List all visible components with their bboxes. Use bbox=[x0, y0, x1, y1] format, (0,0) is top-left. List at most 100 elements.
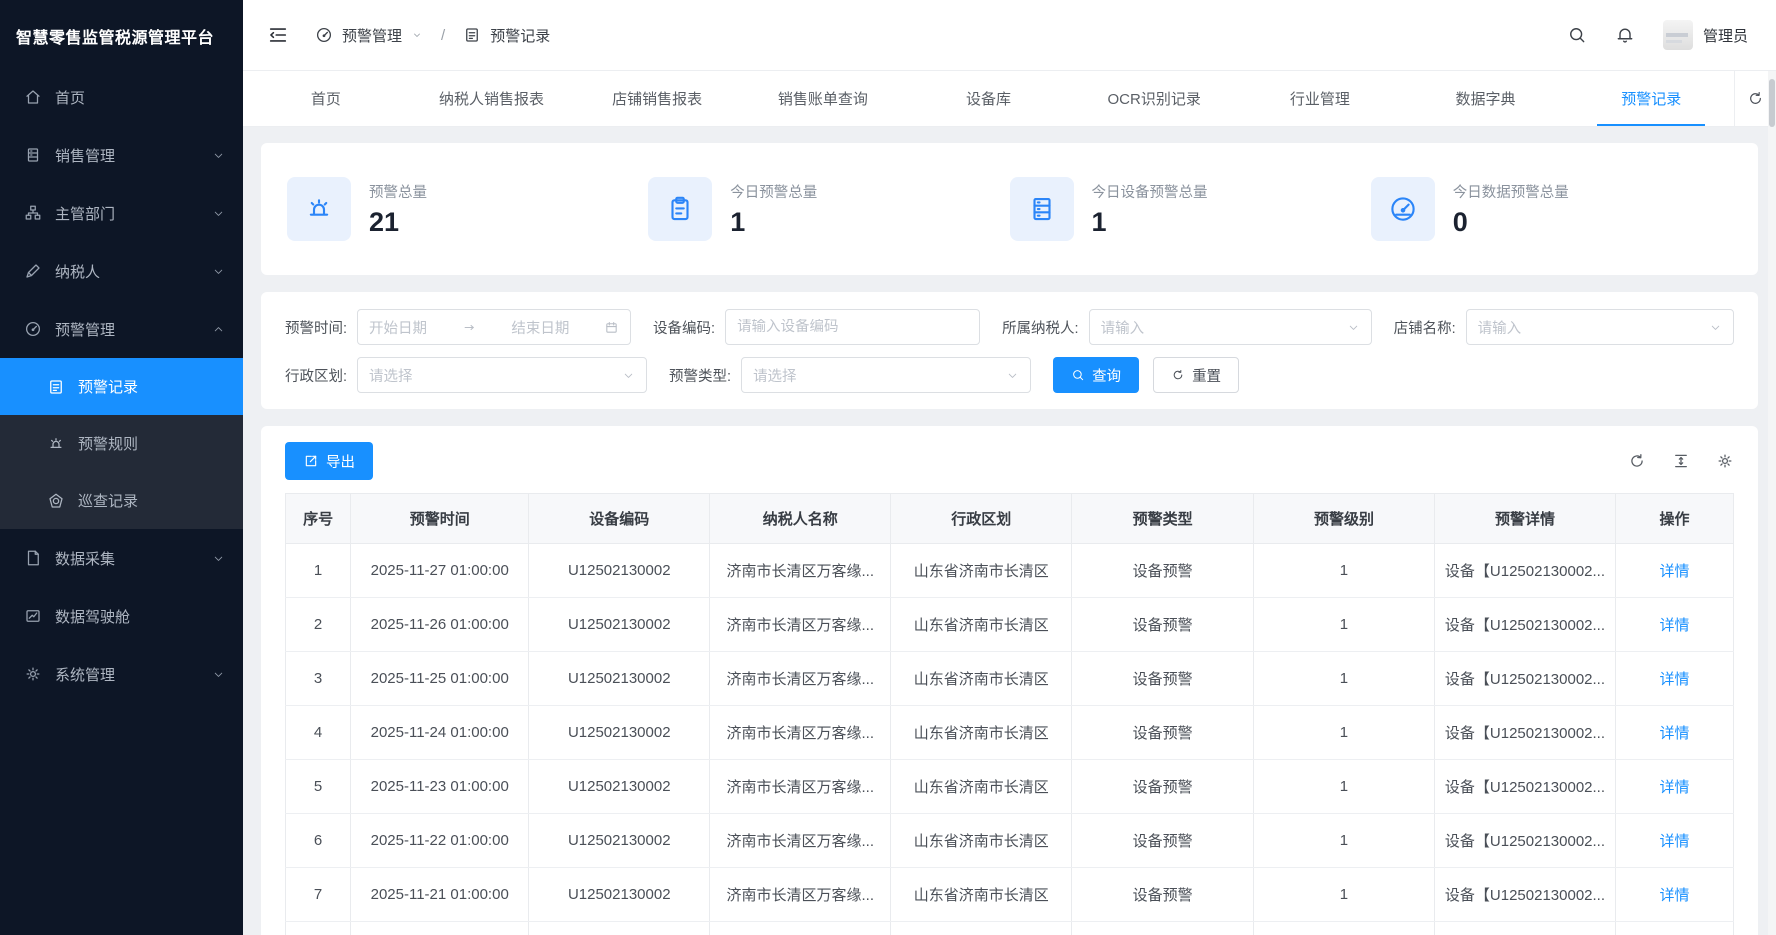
tab-label: 预警记录 bbox=[1615, 71, 1687, 126]
sidebar-item-cockpit[interactable]: 数据驾驶舱 bbox=[0, 587, 243, 645]
filter-alert-type: 预警类型: 请选择 bbox=[669, 357, 1031, 393]
table-cell: 2 bbox=[286, 598, 351, 652]
user-menu[interactable]: 管理员 bbox=[1663, 20, 1748, 50]
table-cell: 设备【U12502130002... bbox=[1434, 922, 1615, 935]
stat-cards: 预警总量21今日预警总量1今日设备预警总量1今日数据预警总量0 bbox=[261, 143, 1758, 275]
sidebar-item-sales[interactable]: 销售管理 bbox=[0, 126, 243, 184]
page-scrollbar-track bbox=[1768, 71, 1776, 935]
table-cell: 设备预警 bbox=[1072, 760, 1254, 814]
alert-type-placeholder: 请选择 bbox=[753, 365, 797, 386]
table-cell: 设备【U12502130002... bbox=[1434, 706, 1615, 760]
tab-1[interactable]: 首页 bbox=[243, 71, 409, 126]
detail-link[interactable]: 详情 bbox=[1659, 617, 1689, 634]
tab-2[interactable]: 纳税人销售报表 bbox=[409, 71, 575, 126]
reset-button[interactable]: 重置 bbox=[1153, 357, 1239, 393]
tab-3[interactable]: 店铺销售报表 bbox=[574, 71, 740, 126]
detail-link[interactable]: 详情 bbox=[1659, 779, 1689, 796]
detail-link[interactable]: 详情 bbox=[1659, 671, 1689, 688]
breadcrumb-parent[interactable]: 预警管理 bbox=[315, 25, 423, 46]
filter-panel: 预警时间: 开始日期 结束日期 设备编码: bbox=[261, 292, 1758, 409]
chevron-down-icon bbox=[212, 207, 225, 220]
detail-link[interactable]: 详情 bbox=[1659, 563, 1689, 580]
table-cell: 1 bbox=[1253, 922, 1434, 935]
avatar bbox=[1663, 20, 1693, 50]
chevron-down-icon bbox=[411, 29, 423, 41]
column-header: 操作 bbox=[1615, 494, 1733, 544]
search-icon[interactable] bbox=[1567, 25, 1587, 45]
detail-link[interactable]: 详情 bbox=[1659, 833, 1689, 850]
settings-gear-icon[interactable] bbox=[1716, 452, 1734, 470]
row-height-icon[interactable] bbox=[1672, 452, 1690, 470]
column-header: 纳税人名称 bbox=[710, 494, 891, 544]
sidebar-item-label: 数据驾驶舱 bbox=[55, 606, 130, 627]
file-icon bbox=[24, 549, 42, 567]
shop-select[interactable]: 请输入 bbox=[1466, 309, 1734, 345]
top-header: 预警管理 / 预警记录 管理员 bbox=[243, 0, 1776, 71]
stat-text: 预警总量21 bbox=[369, 181, 427, 238]
sidebar-item-home[interactable]: 首页 bbox=[0, 68, 243, 126]
tab-6[interactable]: OCR识别记录 bbox=[1071, 71, 1237, 126]
taxpayer-select[interactable]: 请输入 bbox=[1089, 309, 1372, 345]
search-button[interactable]: 查询 bbox=[1053, 357, 1139, 393]
table-cell: 济南市长清区万客缘... bbox=[710, 652, 891, 706]
region-placeholder: 请选择 bbox=[369, 365, 413, 386]
start-date-placeholder: 开始日期 bbox=[369, 317, 427, 338]
chevron-down-icon bbox=[1347, 321, 1360, 334]
tab-4[interactable]: 销售账单查询 bbox=[740, 71, 906, 126]
table-cell: 设备【U12502130002... bbox=[1434, 814, 1615, 868]
table-cell: 详情 bbox=[1615, 706, 1733, 760]
date-range-input[interactable]: 开始日期 结束日期 bbox=[357, 309, 631, 345]
export-button[interactable]: 导出 bbox=[285, 442, 373, 480]
filter-shop: 店铺名称: 请输入 bbox=[1394, 309, 1734, 345]
table-row: 82025-11-20 01:00:00U12502130002济南市长清区万客… bbox=[286, 922, 1734, 935]
header-actions: 管理员 bbox=[1567, 20, 1748, 50]
sidebar-subitem-label: 巡查记录 bbox=[78, 490, 138, 511]
taxpayer-placeholder: 请输入 bbox=[1101, 317, 1145, 338]
table-cell: 2025-11-25 01:00:00 bbox=[351, 652, 529, 706]
sidebar-item-gauge[interactable]: 预警管理 bbox=[0, 300, 243, 358]
device-code-input-wrap bbox=[725, 309, 980, 345]
detail-link[interactable]: 详情 bbox=[1659, 887, 1689, 904]
tab-strip: 首页纳税人销售报表店铺销售报表销售账单查询设备库OCR识别记录行业管理数据字典预… bbox=[243, 71, 1776, 127]
table-cell: 山东省济南市长清区 bbox=[891, 814, 1072, 868]
org-icon bbox=[24, 204, 42, 222]
bell-icon[interactable] bbox=[1615, 25, 1635, 45]
tab-9[interactable]: 预警记录 bbox=[1568, 71, 1734, 126]
tab-5[interactable]: 设备库 bbox=[906, 71, 1072, 126]
gear-icon bbox=[24, 665, 42, 683]
sidebar-item-file[interactable]: 数据采集 bbox=[0, 529, 243, 587]
menu-fold-icon[interactable] bbox=[267, 24, 289, 46]
page-scrollbar-thumb[interactable] bbox=[1769, 79, 1775, 127]
tab-8[interactable]: 数据字典 bbox=[1403, 71, 1569, 126]
tab-label: 店铺销售报表 bbox=[606, 71, 708, 126]
table-cell: 1 bbox=[1253, 544, 1434, 598]
table-cell: 6 bbox=[286, 814, 351, 868]
search-icon bbox=[1071, 368, 1085, 382]
filter-alert-time: 预警时间: 开始日期 结束日期 bbox=[285, 309, 631, 345]
sidebar-subitem-doc[interactable]: 预警记录 bbox=[0, 358, 243, 415]
username: 管理员 bbox=[1703, 25, 1748, 46]
alert-table: 序号预警时间设备编码纳税人名称行政区划预警类型预警级别预警详情操作 12025-… bbox=[285, 493, 1734, 935]
shop-label: 店铺名称: bbox=[1394, 317, 1456, 338]
device-code-input[interactable] bbox=[737, 319, 968, 335]
taxpayer-icon bbox=[24, 262, 42, 280]
stat-card: 预警总量21 bbox=[287, 177, 648, 241]
search-button-label: 查询 bbox=[1092, 365, 1121, 386]
alert-type-select[interactable]: 请选择 bbox=[741, 357, 1031, 393]
sidebar-item-label: 主管部门 bbox=[55, 203, 115, 224]
table-cell: 济南市长清区万客缘... bbox=[710, 868, 891, 922]
refresh-icon[interactable] bbox=[1628, 452, 1646, 470]
tab-7[interactable]: 行业管理 bbox=[1237, 71, 1403, 126]
sidebar-item-gear[interactable]: 系统管理 bbox=[0, 645, 243, 703]
sidebar-subitem-siren[interactable]: 预警规则 bbox=[0, 415, 243, 472]
reset-icon bbox=[1171, 368, 1185, 382]
sidebar-item-taxpayer[interactable]: 纳税人 bbox=[0, 242, 243, 300]
chevron-up-icon bbox=[212, 323, 225, 336]
sidebar-subitem-badge[interactable]: 巡查记录 bbox=[0, 472, 243, 529]
sidebar-subitem-label: 预警规则 bbox=[78, 433, 138, 454]
stat-value: 0 bbox=[1453, 207, 1569, 238]
detail-link[interactable]: 详情 bbox=[1659, 725, 1689, 742]
sidebar-item-org[interactable]: 主管部门 bbox=[0, 184, 243, 242]
stat-card: 今日设备预警总量1 bbox=[1010, 177, 1371, 241]
region-select[interactable]: 请选择 bbox=[357, 357, 647, 393]
